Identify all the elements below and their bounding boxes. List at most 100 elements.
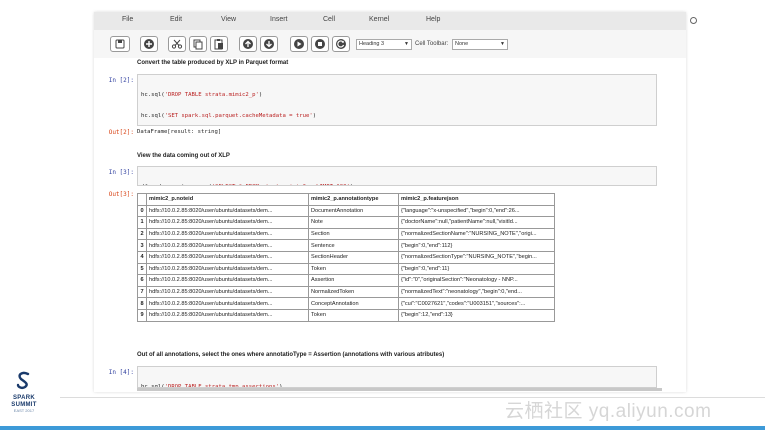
table-cell: hdfs://10.0.2.85:8020/user/ubuntu/datase… (146, 308, 309, 322)
code-cell-2[interactable]: hc.sql('DROP TABLE strata.mimic2_p') hc.… (137, 74, 657, 126)
table-cell: {"doctorName":null,"patientName":null,"v… (398, 216, 555, 229)
table-row: 4 hdfs://10.0.2.85:8020/user/ubuntu/datas… (137, 250, 555, 264)
table-cell: {"normalizedSectionName":"NURSING_NOTE",… (398, 227, 555, 241)
menu-help[interactable]: Help (426, 16, 440, 23)
code-cell-3[interactable]: df = d.execute_query('SELECT * FROM stra… (137, 166, 657, 186)
cell-type-value: Heading 3 (359, 41, 385, 47)
menu-file[interactable]: File (122, 16, 133, 23)
code-token: 'SET spark.sql.parquet.cacheMetadata = t… (164, 113, 313, 120)
menu-cell[interactable]: Cell (323, 16, 335, 23)
paste-button[interactable] (210, 36, 228, 52)
output-prompt: Out[3]: (108, 191, 134, 198)
markdown-heading-convert: Convert the table produced by XLP in Par… (137, 60, 289, 66)
chevron-down-icon: ▼ (500, 41, 505, 47)
move-up-button[interactable] (239, 36, 257, 52)
row-index: 9 (137, 308, 147, 322)
copy-button[interactable] (189, 36, 207, 52)
code-token: df = d.execute_query( (141, 184, 212, 185)
cell-type-select[interactable]: Heading 3 ▼ (356, 39, 412, 50)
column-header: mimic2_p.featurejson (398, 193, 555, 206)
move-up-icon (243, 39, 253, 49)
table-cell: Sentence (308, 239, 399, 252)
row-index: 0 (137, 204, 147, 218)
cut-icon (171, 39, 183, 49)
table-cell: hdfs://10.0.2.85:8020/user/ubuntu/datase… (146, 216, 309, 229)
table-cell: ConceptAnnotation (308, 297, 399, 310)
column-header: mimic2_p.annotationtype (308, 193, 399, 206)
output-text: DataFrame[result: string] (137, 129, 222, 135)
code-cell-4[interactable]: hc.sql('DROP TABLE strata.tmp_assertions… (137, 366, 657, 388)
restart-icon (336, 39, 346, 49)
table-row: 6 hdfs://10.0.2.85:8020/user/ubuntu/datas… (137, 274, 555, 287)
stop-button[interactable] (311, 36, 329, 52)
table-cell: hdfs://10.0.2.85:8020/user/ubuntu/datase… (146, 274, 309, 287)
table-row: 2 hdfs://10.0.2.85:8020/user/ubuntu/datas… (137, 227, 555, 241)
table-cell: hdfs://10.0.2.85:8020/user/ubuntu/datase… (146, 285, 309, 299)
table-cell: {"begin":0,"end":112} (398, 239, 555, 252)
code-token: ) (312, 113, 317, 120)
table-cell: {"id":"0","originalSection":"Neonatology… (398, 274, 555, 287)
menu-edit[interactable]: Edit (170, 16, 182, 23)
table-row: 3 hdfs://10.0.2.85:8020/user/ubuntu/datas… (137, 239, 555, 252)
menu-kernel[interactable]: Kernel (369, 16, 389, 23)
code-token: 'DROP TABLE strata.mimic2_p' (164, 91, 259, 98)
table-cell: SectionHeader (308, 250, 399, 264)
add-cell-button[interactable] (140, 36, 158, 52)
table-cell: Section (308, 227, 399, 241)
run-icon (294, 39, 304, 49)
restart-button[interactable] (332, 36, 350, 52)
table-row: 9 hdfs://10.0.2.85:8020/user/ubuntu/datas… (137, 308, 555, 322)
table-cell: NormalizedToken (308, 285, 399, 299)
table-cell: hdfs://10.0.2.85:8020/user/ubuntu/datase… (146, 262, 309, 276)
cell-toolbar-value: None (455, 41, 469, 47)
table-cell: hdfs://10.0.2.85:8020/user/ubuntu/datase… (146, 250, 309, 264)
table-header-row: mimic2_p.noteid mimic2_p.annotationtype … (137, 193, 555, 206)
code-line: hc.sql('SET spark.sql.parquet.cacheMetad… (141, 113, 653, 120)
table-cell: {"normalizedText":"neonatology","begin":… (398, 285, 555, 299)
code-token: ) (350, 184, 353, 185)
save-icon (115, 39, 125, 49)
watermark: 云栖社区 yq.aliyun.com (505, 401, 712, 422)
save-button[interactable] (110, 36, 130, 52)
table-cell: Note (308, 216, 399, 229)
move-down-icon (264, 39, 274, 49)
input-prompt: In [4]: (108, 369, 134, 376)
table-row: 1 hdfs://10.0.2.85:8020/user/ubuntu/datas… (137, 216, 555, 229)
accent-bar (0, 426, 765, 430)
horizontal-scrollbar[interactable] (137, 388, 662, 391)
row-index: 8 (137, 297, 147, 310)
code-token: hc.sql( (141, 91, 165, 98)
stop-icon (315, 39, 325, 49)
copy-icon (193, 39, 203, 50)
table-cell: Token (308, 262, 399, 276)
spark-summit-logo: SPARK SUMMIT EAST 2017 (7, 370, 41, 413)
cut-button[interactable] (168, 36, 186, 52)
column-header: mimic2_p.noteid (146, 193, 309, 206)
table-row: 5 hdfs://10.0.2.85:8020/user/ubuntu/datas… (137, 262, 555, 276)
markdown-heading-view: View the data coming out of XLP (137, 153, 230, 159)
input-prompt: In [2]: (108, 77, 134, 84)
table-cell: {"language":"x-unspecified","begin":0,"e… (398, 204, 555, 218)
dataframe-table: mimic2_p.noteid mimic2_p.annotationtype … (137, 193, 555, 322)
column-header (137, 193, 147, 206)
code-line: hc.sql('DROP TABLE strata.mimic2_p') (141, 92, 653, 99)
toolbar: Heading 3 ▼ Cell Toolbar: None ▼ (94, 30, 686, 58)
code-token: ) (258, 91, 263, 98)
menu-insert[interactable]: Insert (270, 16, 288, 23)
menu-view[interactable]: View (221, 16, 236, 23)
code-token: 'SELECT * FROM strata.mimic2_p LIMIT 100… (212, 184, 350, 185)
table-cell: {"begin":12,"end":13} (398, 308, 555, 322)
row-index: 4 (137, 250, 147, 264)
paste-icon (214, 39, 223, 50)
table-cell: {"cui":"C0027621","codes":"U003151","sou… (398, 297, 555, 310)
row-index: 1 (137, 216, 147, 229)
logo-text-east: EAST 2017 (13, 408, 35, 413)
move-down-button[interactable] (260, 36, 278, 52)
run-button[interactable] (290, 36, 308, 52)
table-cell: hdfs://10.0.2.85:8020/user/ubuntu/datase… (146, 297, 309, 310)
table-cell: {"normalizedSectionType":"NURSING_NOTE",… (398, 250, 555, 264)
cell-toolbar-select[interactable]: None ▼ (452, 39, 508, 50)
markdown-heading-assertions: Out of all annotations, select the ones … (137, 352, 445, 358)
table-row: 0 hdfs://10.0.2.85:8020/user/ubuntu/datas… (137, 204, 555, 218)
table-row: 8 hdfs://10.0.2.85:8020/user/ubuntu/datas… (137, 297, 555, 310)
